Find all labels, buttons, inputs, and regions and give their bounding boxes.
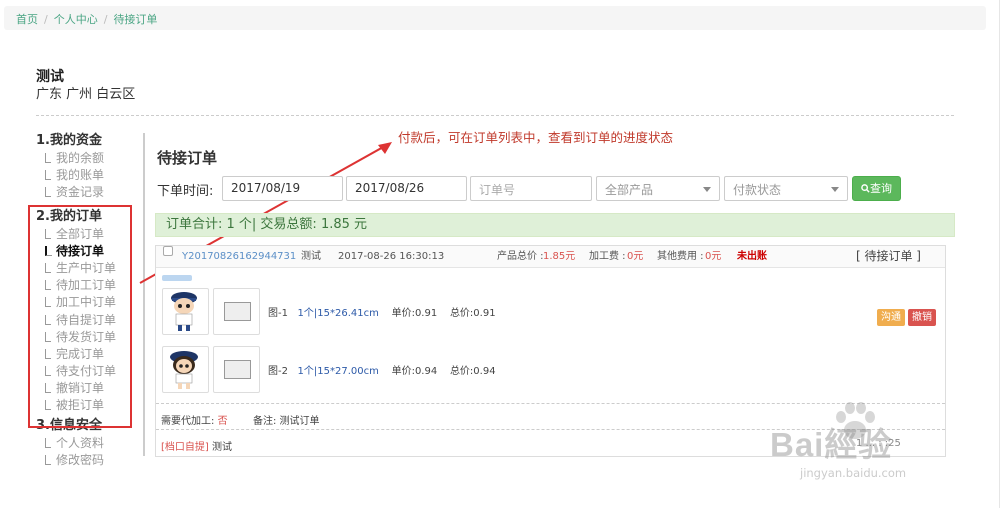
product-spec-2: 1个|15*27.00cm [297,366,379,377]
order-number[interactable]: Y20170826162944731 [182,246,296,267]
processing-fee-value: 0元 [627,251,644,262]
annotation-text: 付款后，可在订单列表中，查看到订单的进度状态 [398,130,674,145]
processing-needed-label: 需要代加工: [161,416,215,427]
breadcrumb-home[interactable]: 首页 [16,13,38,26]
query-button[interactable]: 查询 [852,176,901,201]
product-image-2[interactable] [162,346,209,393]
sidebar-item-bills[interactable]: 我的账单 [36,167,136,184]
contact-button[interactable]: 沟通 [877,309,905,326]
chevron-down-icon [703,187,711,192]
product-line-2: 图-2 1个|15*27.00cm 单价:0.94 总价:0.94 [268,362,496,377]
date-from-input[interactable]: 2017/08/19 [222,176,343,201]
order-card-header: Y20170826162944731 测试 2017-08-26 16:30:1… [156,246,945,268]
product-total-value: 1.85元 [543,251,576,262]
cartoon-figure-icon [170,351,198,389]
processing-needed-value: 否 [217,416,228,427]
product-select-value: 全部产品 [605,183,654,197]
product-name-1: 图-1 [268,308,288,319]
product-select[interactable]: 全部产品 [596,176,720,201]
chevron-down-icon [831,187,839,192]
tiny-tag-image [162,275,192,281]
sidebar-item-balance[interactable]: 我的余额 [36,150,136,167]
sidebar-divider [143,133,145,456]
highlight-box [28,205,132,428]
breadcrumb-pending-orders[interactable]: 待接订单 [113,13,157,26]
divider [36,115,954,116]
user-location: 广东 广州 白云区 [36,87,136,102]
product-name-2: 图-2 [268,366,288,377]
product-image-1[interactable] [162,288,209,335]
pickup-tag: [档口自提] [161,442,209,453]
watermark-url: jingyan.baidu.com [800,466,907,480]
product-total-price-2: 总价:0.94 [449,366,496,377]
product-line-1: 图-1 1个|15*26.41cm 单价:0.91 总价:0.91 [268,304,496,319]
order-remark: 备注: 测试订单 [253,416,320,427]
processing-needed: 需要代加工: 否 [161,412,228,427]
product-spec-1: 1个|15*26.41cm [297,308,379,319]
sidebar-item-profile[interactable]: 个人资料 [36,435,136,452]
cancel-button[interactable]: 撤销 [908,309,936,326]
breadcrumb: 首页 / 个人中心 / 待接订单 [4,6,986,30]
order-checkbox[interactable] [163,246,173,256]
sidebar-item-fund-records[interactable]: 资金记录 [36,184,136,201]
pay-status-select[interactable]: 付款状态 [724,176,848,201]
processing-fee-label: 加工费 : [589,251,626,262]
order-status-tag: [ 待接订单 ] [856,249,921,263]
product-total-price-1: 总价:0.91 [449,308,496,319]
sidebar-item-change-password[interactable]: 修改密码 [36,452,136,469]
search-icon [861,184,870,193]
product-total-label: 产品总价 : [497,251,544,262]
other-fee-value: 0元 [705,251,722,262]
pickup-info: [档口自提] 测试 [161,438,232,453]
pay-status-select-value: 付款状态 [733,183,782,197]
filter-date-label: 下单时间: [157,184,214,199]
other-fee-label: 其他费用 : [657,251,704,262]
query-button-label: 查询 [870,182,892,195]
product-thumbnail-2[interactable] [213,346,260,393]
order-customer: 测试 [301,251,321,262]
billing-status: 未出账 [737,251,767,262]
product-unit-price-2: 单价:0.94 [391,366,438,377]
product-unit-price-1: 单价:0.91 [391,308,438,319]
cartoon-figure-icon [171,292,197,331]
sidebar-group-funds: 1.我的资金 [36,133,102,148]
page-frame: 首页 / 个人中心 / 待接订单 测试 广东 广州 白云区 1.我的资金 我的余额 我的… [0,0,1000,508]
watermark-brand: Bai經验 [770,426,893,463]
breadcrumb-personal-center[interactable]: 个人中心 [54,13,98,26]
page-title: 待接订单 [157,149,218,167]
order-time: 2017-08-26 16:30:13 [338,251,445,262]
order-number-input[interactable]: 订单号 [470,176,592,201]
order-summary: 订单合计: 1 个| 交易总额: 1.85 元 [155,213,955,237]
product-thumbnail-1[interactable] [213,288,260,335]
baidu-watermark: Bai經验 jingyan.baidu.com [760,400,960,490]
pickup-name: 测试 [212,442,232,453]
date-to-input[interactable]: 2017/08/26 [346,176,467,201]
